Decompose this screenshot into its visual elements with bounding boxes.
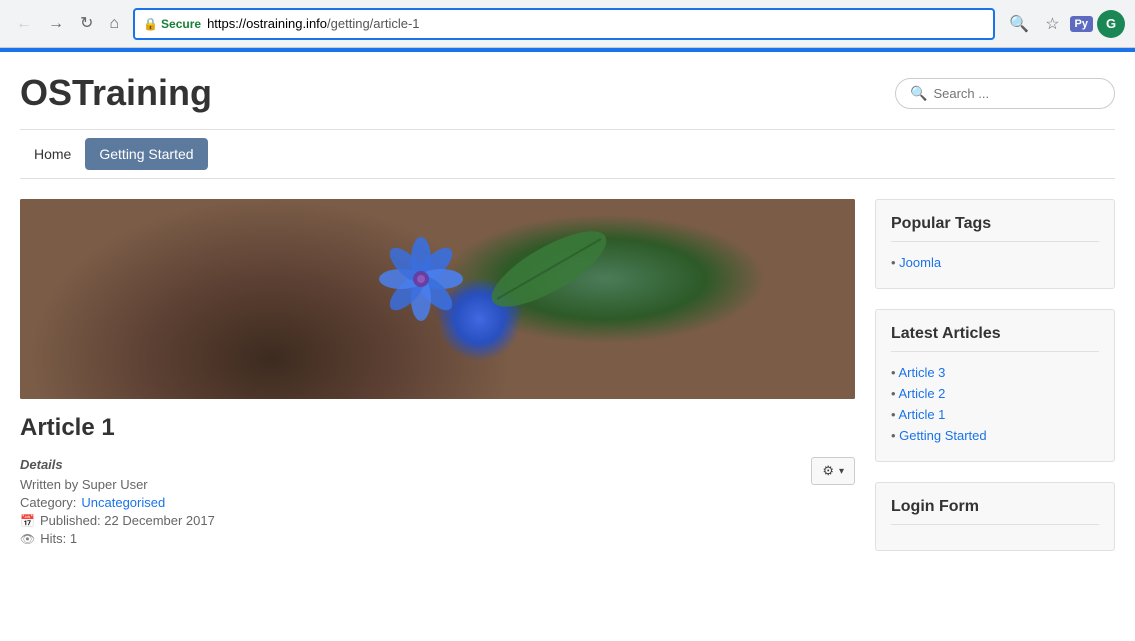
- list-item: Article 1: [891, 404, 1099, 425]
- published-row: 📅 Published: 22 December 2017: [20, 513, 215, 528]
- reload-button[interactable]: ↻: [74, 12, 99, 36]
- dropdown-arrow-icon: ▾: [839, 466, 844, 477]
- popular-tags-module: Popular Tags Joomla: [875, 199, 1115, 289]
- lock-icon: 🔒: [143, 17, 158, 31]
- popular-tags-list: Joomla: [891, 252, 1099, 273]
- article-title: Article 1: [20, 414, 855, 442]
- search-icon: 🔍: [910, 85, 927, 102]
- page-wrapper: OSTraining 🔍 Home Getting Started: [0, 52, 1135, 591]
- login-form-title: Login Form: [891, 498, 1099, 525]
- category-link[interactable]: Uncategorised: [81, 495, 165, 510]
- article-image: [20, 199, 855, 399]
- url-text: https://ostraining.info/getting/article-…: [207, 16, 985, 31]
- sidebar: Popular Tags Joomla Latest Articles Arti…: [875, 199, 1115, 571]
- search-input[interactable]: [933, 86, 1109, 101]
- home-button[interactable]: ⌂: [103, 12, 125, 36]
- flower-svg: [376, 234, 466, 324]
- popular-tags-title: Popular Tags: [891, 215, 1099, 242]
- site-title: OSTraining: [20, 72, 212, 114]
- secure-label: Secure: [161, 17, 201, 31]
- written-by-text: Written by Super User: [20, 477, 148, 492]
- address-bar[interactable]: 🔒 Secure https://ostraining.info/getting…: [133, 8, 995, 40]
- details-heading: Details: [20, 457, 215, 472]
- latest-articles-module: Latest Articles Article 3 Article 2 Arti…: [875, 309, 1115, 462]
- article3-link[interactable]: Article 3: [898, 365, 945, 380]
- tag-joomla-link[interactable]: Joomla: [899, 255, 941, 270]
- profile-button[interactable]: G: [1097, 10, 1125, 38]
- latest-articles-title: Latest Articles: [891, 325, 1099, 352]
- article2-link[interactable]: Article 2: [898, 386, 945, 401]
- browser-search-button[interactable]: 🔍: [1003, 10, 1035, 38]
- list-item: Getting Started: [891, 425, 1099, 446]
- hits-row: 👁 Hits: 1: [20, 531, 215, 546]
- latest-articles-list: Article 3 Article 2 Article 1 Getting St…: [891, 362, 1099, 446]
- article1-link[interactable]: Article 1: [898, 407, 945, 422]
- forward-button[interactable]: →: [42, 12, 70, 36]
- hits-text: Hits: 1: [40, 531, 77, 546]
- details-left: Details Written by Super User Category: …: [20, 457, 215, 549]
- getting-started-link[interactable]: Getting Started: [899, 428, 986, 443]
- login-form-module: Login Form: [875, 482, 1115, 551]
- search-box: 🔍: [895, 78, 1115, 109]
- list-item: Joomla: [891, 252, 1099, 273]
- url-path: /getting/article-1: [327, 16, 420, 31]
- calendar-icon: 📅: [20, 514, 35, 528]
- written-by-row: Written by Super User: [20, 477, 215, 492]
- site-nav: Home Getting Started: [20, 130, 1115, 179]
- main-layout: Article 1 Details Written by Super User …: [20, 179, 1115, 591]
- bookmark-button[interactable]: ☆: [1039, 10, 1065, 38]
- content-area: Article 1 Details Written by Super User …: [20, 199, 855, 571]
- action-button[interactable]: ⚙ ▾: [811, 457, 855, 485]
- eye-icon: 👁: [20, 532, 35, 546]
- nav-item-getting-started[interactable]: Getting Started: [85, 138, 207, 170]
- site-header: OSTraining 🔍: [20, 52, 1115, 130]
- toolbar-icons: 🔍 ☆ Py G: [1003, 10, 1125, 38]
- category-label: Category:: [20, 495, 76, 510]
- gear-icon: ⚙: [822, 463, 834, 479]
- secure-badge: 🔒 Secure: [143, 17, 201, 31]
- browser-chrome: ← → ↻ ⌂ 🔒 Secure https://ostraining.info…: [0, 0, 1135, 48]
- nav-buttons: ← → ↻ ⌂: [10, 12, 125, 36]
- list-item: Article 3: [891, 362, 1099, 383]
- article-details: Details Written by Super User Category: …: [20, 457, 855, 549]
- nav-item-home[interactable]: Home: [20, 138, 85, 170]
- category-row: Category: Uncategorised: [20, 495, 215, 510]
- back-button[interactable]: ←: [10, 12, 38, 36]
- extension-py-button[interactable]: Py: [1070, 16, 1093, 32]
- action-button-wrap: ⚙ ▾: [811, 457, 855, 485]
- list-item: Article 2: [891, 383, 1099, 404]
- url-host: https://ostraining.info: [207, 16, 327, 31]
- published-text: Published: 22 December 2017: [40, 513, 215, 528]
